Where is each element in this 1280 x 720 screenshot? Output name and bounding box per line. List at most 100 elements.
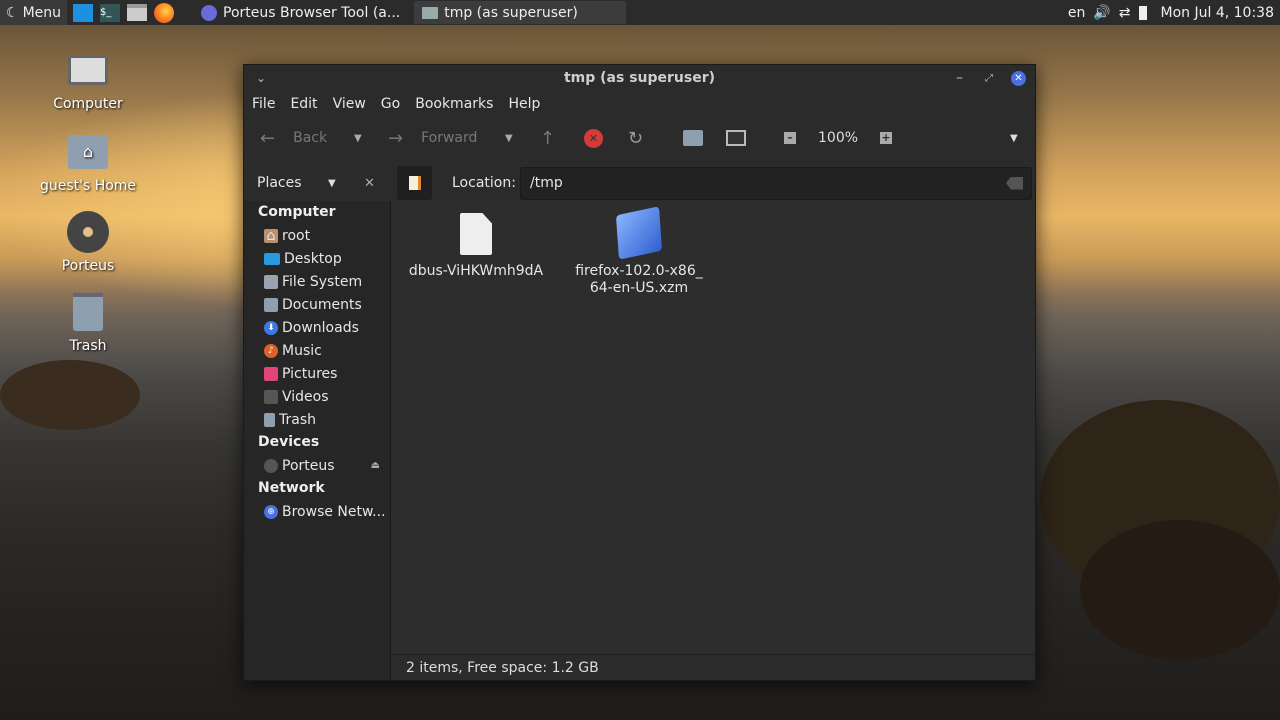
toolbar-overflow-chevron-icon[interactable]: ▼ (1010, 133, 1018, 144)
zoom-out-icon[interactable]: – (784, 132, 796, 144)
package-module-icon (615, 206, 663, 260)
menu-go[interactable]: Go (381, 96, 400, 112)
desktop-launcher-icon[interactable] (72, 3, 94, 23)
menu-edit[interactable]: Edit (290, 96, 317, 112)
disc-icon (33, 210, 143, 254)
close-sidebar-icon[interactable]: ✕ (364, 176, 375, 191)
file-manager-launcher-icon[interactable] (126, 3, 148, 23)
sidebar-item-label: Trash (279, 411, 316, 428)
file-name: firefox-102.0-x86_ (575, 263, 703, 279)
sidebar-header-devices: Devices (258, 434, 320, 450)
sidebar-item-music[interactable]: ♪ Music (244, 339, 390, 362)
location-input[interactable]: /tmp (520, 166, 1032, 200)
text-file-icon (460, 213, 492, 255)
file-item-firefox-xzm[interactable]: firefox-102.0-x86_ 64-en-US.xzm (564, 206, 714, 297)
task-label: Porteus Browser Tool (a... (223, 4, 401, 21)
sidebar-item-pictures[interactable]: Pictures (244, 362, 390, 385)
menu-help[interactable]: Help (508, 96, 540, 112)
zoom-in-icon[interactable]: + (880, 132, 892, 144)
menu-button[interactable]: ☾ Menu (0, 0, 68, 25)
disc-icon (264, 458, 278, 473)
sidebar-item-desktop[interactable]: Desktop (244, 247, 390, 270)
stop-icon[interactable]: ✕ (584, 128, 603, 148)
close-icon[interactable]: ✕ (1011, 70, 1026, 86)
porteus-logo-icon: ☾ (6, 4, 19, 21)
terminal-launcher-icon[interactable]: $_ (99, 3, 121, 23)
menu-file[interactable]: File (252, 96, 275, 112)
firefox-launcher-icon[interactable] (153, 2, 175, 23)
task-tmp-superuser[interactable]: tmp (as superuser) (414, 1, 626, 24)
music-icon: ♪ (264, 343, 278, 358)
sidebar-item-label: Desktop (284, 250, 342, 267)
up-arrow-icon[interactable]: ↑ (540, 128, 555, 149)
volume-icon[interactable]: 🔊 (1093, 5, 1110, 21)
task-label: tmp (as superuser) (444, 4, 578, 21)
file-manager-window: ⌄ tmp (as superuser) – ⤢ ✕ File Edit Vie… (243, 64, 1036, 681)
places-dropdown-chevron-icon[interactable]: ▼ (328, 178, 336, 189)
location-value: /tmp (530, 174, 563, 191)
menu-bookmarks[interactable]: Bookmarks (415, 96, 493, 112)
sidebar-item-file-system[interactable]: File System (244, 270, 390, 293)
sidebar-item-root[interactable]: ⌂ root (244, 224, 390, 247)
videos-icon (264, 389, 278, 404)
download-icon: ⬇ (264, 320, 278, 335)
arrow-right-icon: → (388, 127, 404, 149)
desktop-icon-home[interactable]: ⌂ guest's Home (33, 130, 143, 194)
taskbar: ☾ Menu $_ Porteus Browser Tool (a... tmp… (0, 0, 1280, 25)
documents-folder-icon (264, 297, 278, 312)
clock[interactable]: Mon Jul 4, 10:38 (1161, 5, 1274, 21)
pictures-icon (264, 366, 278, 381)
file-name-line2: 64-en-US.xzm (589, 280, 689, 296)
computer-icon[interactable] (726, 130, 746, 146)
reload-icon[interactable]: ↻ (628, 128, 643, 149)
back-history-chevron-icon[interactable]: ▼ (354, 133, 362, 144)
forward-history-chevron-icon[interactable]: ▼ (505, 133, 513, 144)
desktop-icon-porteus[interactable]: Porteus (33, 210, 143, 274)
back-button[interactable]: ← Back (260, 128, 327, 149)
sidebar-item-downloads[interactable]: ⬇ Downloads (244, 316, 390, 339)
sidebar-item-videos[interactable]: Videos (244, 385, 390, 408)
menu-label: Menu (22, 4, 62, 21)
home-folder-icon[interactable] (683, 130, 703, 146)
sidebar-item-label: Pictures (282, 365, 338, 382)
edit-location-icon[interactable] (397, 166, 432, 200)
sidebar-item-browse-network[interactable]: ⊕ Browse Netw... (244, 500, 390, 523)
file-view[interactable]: dbus-ViHKWmh9dA firefox-102.0-x86_ 64-en… (392, 201, 1035, 654)
desktop-icon-label: Trash (69, 338, 107, 354)
sidebar-item-label: root (282, 227, 311, 244)
forward-label: Forward (421, 130, 478, 146)
sidebar-header-network: Network (258, 480, 325, 496)
title-bar[interactable]: ⌄ tmp (as superuser) – ⤢ ✕ (244, 65, 1035, 91)
location-bar-row: Places ▼ ✕ Location: /tmp (244, 160, 1035, 206)
window-title: tmp (as superuser) (563, 70, 716, 86)
zoom-level: 100% (818, 130, 859, 146)
drive-icon (264, 274, 278, 289)
desktop-icon-trash[interactable]: Trash (33, 290, 143, 354)
location-label: Location: (452, 175, 516, 191)
desktop-icon-computer[interactable]: Computer (33, 48, 143, 112)
task-porteus-browser-tool[interactable]: Porteus Browser Tool (a... (193, 1, 408, 24)
eject-icon[interactable]: ⏏ (371, 460, 380, 471)
sidebar-item-documents[interactable]: Documents (244, 293, 390, 316)
maximize-icon[interactable]: ⤢ (985, 73, 993, 84)
sidebar-item-label: Browse Netw... (282, 503, 386, 520)
network-icon[interactable]: ⇄ (1119, 5, 1131, 21)
battery-icon[interactable] (1138, 5, 1147, 20)
places-header: Places (257, 175, 302, 191)
minimize-icon[interactable]: – (956, 70, 963, 86)
menu-bar: File Edit View Go Bookmarks Help (244, 91, 1035, 116)
network-globe-icon: ⊕ (264, 504, 278, 519)
sidebar-item-porteus[interactable]: Porteus ⏏ (244, 454, 390, 477)
toolbar: ← Back ▼ → Forward ▼ ↑ ✕ ↻ – 100% + ▼ (244, 116, 1035, 160)
file-item-dbus[interactable]: dbus-ViHKWmh9dA (406, 213, 546, 280)
monitor-icon (33, 48, 143, 92)
clear-location-icon[interactable] (1006, 176, 1023, 190)
sidebar-item-label: Videos (282, 388, 329, 405)
forward-button[interactable]: → Forward (388, 128, 477, 149)
home-folder-icon: ⌂ (33, 130, 143, 174)
menu-view[interactable]: View (333, 96, 366, 112)
desktop-icon-label: Computer (53, 96, 123, 112)
sidebar-item-trash[interactable]: Trash (244, 408, 390, 431)
desktop-icon-label: guest's Home (39, 178, 137, 194)
keyboard-layout[interactable]: en (1068, 5, 1086, 21)
